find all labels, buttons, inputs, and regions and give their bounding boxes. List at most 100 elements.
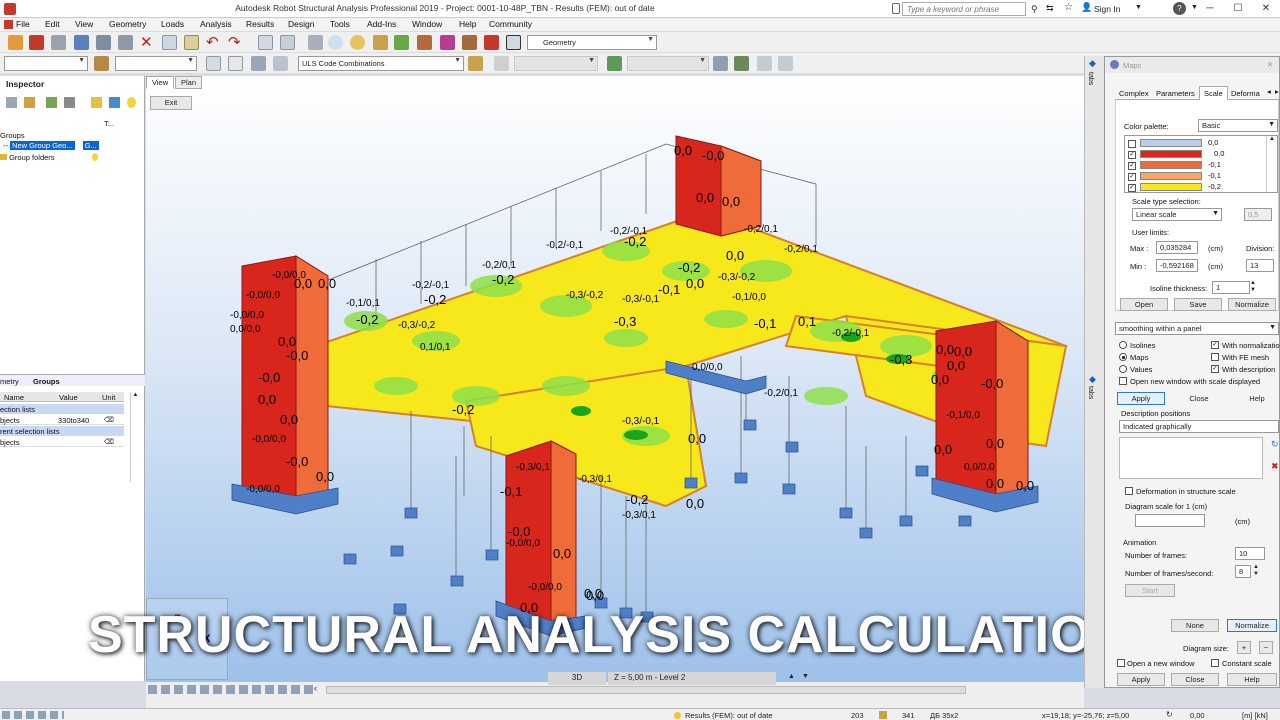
pin-icon[interactable]: ◆ xyxy=(1089,374,1096,385)
maximize-button[interactable]: ☐ xyxy=(1224,0,1252,18)
min-input[interactable]: -0,592168 xyxy=(1156,259,1198,272)
settings-icon[interactable] xyxy=(373,35,388,50)
open-icon[interactable] xyxy=(8,35,23,50)
save-icon[interactable] xyxy=(29,35,44,50)
maps-radio[interactable] xyxy=(1119,353,1127,361)
eraser-icon[interactable]: ⌫ xyxy=(104,438,114,446)
max-input[interactable]: 0,035284 xyxy=(1156,241,1198,254)
scroll-left-icon[interactable]: ‹ xyxy=(314,683,317,693)
level-up-icon[interactable]: ▲ xyxy=(788,673,795,680)
zoom-icon[interactable] xyxy=(328,35,343,50)
layout-icon[interactable] xyxy=(506,35,521,50)
wrench-icon[interactable] xyxy=(484,35,499,50)
tools-c-icon[interactable] xyxy=(757,56,772,71)
tree-groups[interactable]: Groups xyxy=(0,131,25,140)
component-combo[interactable]: ▼ xyxy=(627,56,709,71)
group-filter-icon[interactable] xyxy=(109,97,120,108)
menu-geometry[interactable]: Geometry xyxy=(109,19,146,29)
view-mode-3d[interactable]: 3D xyxy=(548,672,606,685)
search-icon[interactable]: ⚲ xyxy=(1031,4,1038,15)
scale-type-select[interactable]: Linear scale ▼ xyxy=(1132,208,1222,221)
scale-check[interactable]: ✓ xyxy=(1128,173,1136,181)
isolines-radio[interactable] xyxy=(1119,341,1127,349)
start-button[interactable]: Start xyxy=(1125,584,1175,597)
sign-in-link[interactable]: Sign In xyxy=(1094,4,1120,14)
diagram-size-plus[interactable]: + xyxy=(1237,641,1251,654)
tools-a-icon[interactable] xyxy=(713,56,728,71)
open-new-window2-checkbox[interactable] xyxy=(1117,659,1125,667)
menu-window[interactable]: Window xyxy=(412,19,442,29)
isoline-spin-icon[interactable]: ▲ ▼ xyxy=(1250,280,1256,294)
description-positions-select[interactable]: Indicated graphically xyxy=(1119,420,1279,433)
capture-icon[interactable] xyxy=(118,35,133,50)
layout-combo[interactable]: Geometry ▼ xyxy=(527,35,657,50)
scale-type-number[interactable]: 0,5 xyxy=(1244,208,1272,221)
user-icon[interactable]: 👤 xyxy=(1081,2,1092,13)
export-icon[interactable] xyxy=(96,35,111,50)
isoline-input[interactable]: 1 xyxy=(1212,281,1250,294)
menu-design[interactable]: Design xyxy=(288,19,314,29)
level-down-icon[interactable]: ▼ xyxy=(802,673,809,680)
zoom-window-icon[interactable] xyxy=(350,35,365,50)
help-button[interactable]: ? xyxy=(1173,2,1186,15)
apply-button[interactable]: Apply xyxy=(1117,392,1165,405)
horizontal-scrollbar[interactable] xyxy=(326,686,966,694)
tree-new-group[interactable]: -- New Group Geo... G... xyxy=(3,141,99,150)
tools-b-icon[interactable] xyxy=(734,56,749,71)
group-color-icon[interactable] xyxy=(91,97,102,108)
component-icon[interactable] xyxy=(607,56,622,71)
menu-loads[interactable]: Loads xyxy=(161,19,184,29)
load-case-combo[interactable]: ULS Code Combinations ▼ xyxy=(298,56,464,71)
close-diagram-button[interactable]: Close xyxy=(1171,673,1219,686)
diagram-scale-input[interactable] xyxy=(1135,514,1205,527)
bar-icon[interactable] xyxy=(417,35,432,50)
load-icon[interactable] xyxy=(440,35,455,50)
list-scrollbar[interactable]: ▲ xyxy=(1266,136,1277,192)
model-viewport[interactable]: View Plan Exit 0,0 -0,0 0,0 0,0 0,0 -0,0… xyxy=(146,76,1084,681)
book-icon[interactable] xyxy=(74,35,89,50)
calc-icon[interactable] xyxy=(462,35,477,50)
eraser-icon[interactable]: ⌫ xyxy=(104,416,114,424)
print-icon[interactable] xyxy=(51,35,66,50)
palette-select[interactable]: Basic ▼ xyxy=(1198,119,1278,132)
smoothing-select[interactable]: smoothing within a panel ▼ xyxy=(1115,322,1279,335)
person-icon[interactable] xyxy=(94,56,109,71)
menu-file[interactable]: File xyxy=(16,19,30,29)
group-folder-icon[interactable] xyxy=(24,97,35,108)
mode-combo[interactable]: ▼ xyxy=(514,56,598,71)
pin-icon[interactable]: ◆ xyxy=(1089,58,1096,69)
menu-edit[interactable]: Edit xyxy=(45,19,60,29)
structure-combo[interactable]: ▼ xyxy=(4,56,88,71)
delete-icon[interactable]: ✕ xyxy=(140,33,153,51)
scale-list[interactable]: 0,0 ✓ 0,0 ✓ -0,1 ✓ -0,1 ✓ -0,2 ▲ xyxy=(1124,135,1278,193)
property-scrollbar[interactable]: ▲ xyxy=(130,392,140,482)
refresh-icon[interactable]: ↻ xyxy=(1271,439,1279,450)
maps-close-icon[interactable]: ✕ xyxy=(1267,60,1273,69)
property-row[interactable]: bjects 330to340 ⌫ xyxy=(0,415,124,425)
normalize-button[interactable]: Normalize xyxy=(1228,298,1276,311)
menu-add-ins[interactable]: Add-Ins xyxy=(367,19,396,29)
close-button[interactable]: Close xyxy=(1175,392,1223,405)
menu-tools[interactable]: Tools xyxy=(330,19,350,29)
binoculars-icon[interactable] xyxy=(892,3,900,14)
open-button[interactable]: Open xyxy=(1120,298,1168,311)
view-tools-icons[interactable] xyxy=(148,685,313,694)
open-new-window-checkbox[interactable] xyxy=(1119,377,1127,385)
scale-check[interactable]: ✓ xyxy=(1128,184,1136,192)
status-tools-icons[interactable] xyxy=(2,711,64,719)
lock-icon[interactable] xyxy=(308,35,323,50)
grid-icon[interactable] xyxy=(280,35,295,50)
paste-icon[interactable] xyxy=(184,35,199,50)
diagram-size-minus[interactable]: − xyxy=(1259,641,1273,654)
description-checkbox[interactable]: ✓ xyxy=(1211,365,1219,373)
redo-icon[interactable]: ↷ xyxy=(228,33,241,51)
case-nav2-icon[interactable] xyxy=(494,56,509,71)
search-input[interactable]: Type a keyword or phrase xyxy=(902,2,1026,16)
status-units[interactable]: [m] [kN] xyxy=(1242,711,1268,720)
cases-icon[interactable] xyxy=(251,56,266,71)
menu-help[interactable]: Help xyxy=(459,19,476,29)
share-icon[interactable]: ⇆ xyxy=(1046,3,1054,14)
deformation-scale-checkbox[interactable] xyxy=(1125,487,1133,495)
select-icon[interactable] xyxy=(228,56,243,71)
group-settings-icon[interactable] xyxy=(64,97,75,108)
